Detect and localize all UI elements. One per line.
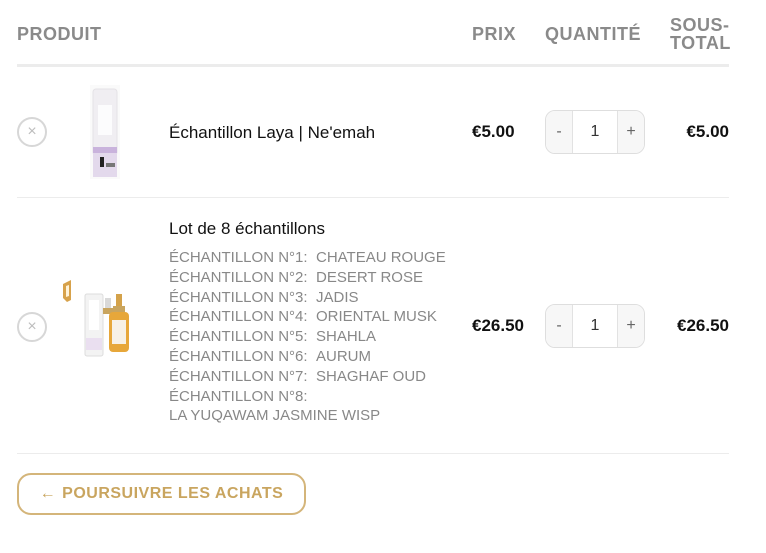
variation-line: ÉCHANTILLON N°8: — [169, 387, 446, 407]
product-subtotal: €5.00 — [686, 122, 729, 141]
quantity-stepper[interactable]: - 1 + — [545, 110, 645, 154]
product-price: €5.00 — [472, 122, 515, 141]
variation-value: DESERT ROSE — [316, 268, 423, 286]
remove-item-button[interactable]: × — [17, 117, 47, 147]
variation-key: ÉCHANTILLON N°6: — [169, 347, 308, 365]
cart-table-header: PRODUIT PRIX QUANTITÉ SOUS- TOTAL — [17, 0, 730, 67]
quantity-input[interactable]: 1 — [572, 305, 618, 347]
header-subtotal-line1: SOUS- — [670, 15, 730, 35]
product-price: €26.50 — [472, 316, 524, 335]
product-name[interactable]: Échantillon Laya | Ne'emah — [169, 123, 375, 143]
variation-key: ÉCHANTILLON N°8: — [169, 387, 308, 405]
product-subtotal: €26.50 — [677, 316, 729, 335]
header-price: PRIX — [472, 24, 517, 44]
quantity-increase-button[interactable]: + — [618, 111, 644, 153]
variation-key: ÉCHANTILLON N°4: — [169, 308, 308, 326]
header-subtotal: SOUS- TOTAL — [670, 16, 740, 52]
variation-line: ÉCHANTILLON N°7: SHAGHAF OUD — [169, 367, 446, 387]
variation-line: ÉCHANTILLON N°3: JADIS — [169, 288, 446, 308]
variation-key: ÉCHANTILLON N°3: — [169, 288, 308, 306]
arrow-left-icon: ← — [39, 485, 57, 502]
quantity-decrease-button[interactable]: - — [546, 305, 572, 347]
product-name[interactable]: Lot de 8 échantillons — [169, 219, 325, 239]
quantity-stepper[interactable]: - 1 + — [545, 304, 645, 348]
cart-item-row: × Échantillon Laya | Ne'emah €5.00 - 1 +… — [17, 67, 729, 198]
header-product: PRODUIT — [17, 24, 102, 44]
continue-shopping-button[interactable]: ← POURSUIVRE LES ACHATS — [17, 473, 306, 515]
header-subtotal-line2: TOTAL — [670, 33, 731, 53]
variation-key: ÉCHANTILLON N°2: — [169, 268, 308, 286]
variation-key: ÉCHANTILLON N°1: — [169, 249, 308, 266]
sample-set-image[interactable] — [59, 280, 139, 362]
variation-line: ÉCHANTILLON N°2: DESERT ROSE — [169, 268, 446, 288]
header-quantity: QUANTITÉ — [545, 24, 641, 44]
continue-shopping-label: POURSUIVRE LES ACHATS — [62, 485, 284, 502]
variation-value: AURUM — [316, 347, 371, 365]
variation-line: ÉCHANTILLON N°5: SHAHLA — [169, 327, 446, 347]
variation-line: ÉCHANTILLON N°1: CHATEAU ROUGE — [169, 248, 446, 268]
variation-line: ÉCHANTILLON N°6: AURUM — [169, 347, 446, 367]
variation-key: ÉCHANTILLON N°5: — [169, 328, 308, 346]
quantity-decrease-button[interactable]: - — [546, 111, 572, 153]
variation-value: CHATEAU ROUGE — [316, 249, 446, 266]
variation-line: ÉCHANTILLON N°4: ORIENTAL MUSK — [169, 307, 446, 327]
quantity-input[interactable]: 1 — [572, 111, 618, 153]
quantity-increase-button[interactable]: + — [618, 305, 644, 347]
variation-value: JADIS — [316, 288, 359, 306]
product-variations: ÉCHANTILLON N°1: CHATEAU ROUGE ÉCHANTILLO… — [169, 248, 446, 426]
variation-key: ÉCHANTILLON N°7: — [169, 367, 308, 385]
perfume-sample-image[interactable] — [87, 85, 123, 179]
variation-value: SHAHLA — [316, 328, 377, 346]
variation-value: ORIENTAL MUSK — [316, 308, 437, 326]
cart-item-row: × Lot de 8 échantillons ÉCHANTILLON N°1:… — [17, 198, 729, 454]
variation-value: SHAGHAF OUD — [316, 367, 427, 385]
remove-item-button[interactable]: × — [17, 312, 47, 342]
variation-tail: LA YUQAWAM JASMINE WISP — [169, 407, 381, 425]
